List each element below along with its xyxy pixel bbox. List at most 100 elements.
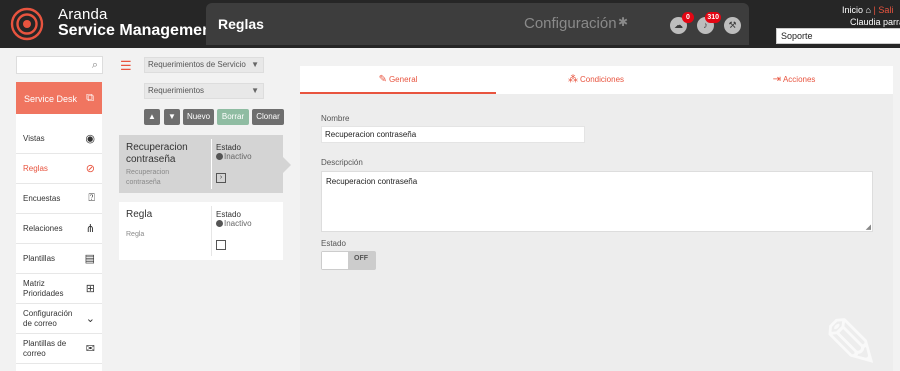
notification-badge: 0	[682, 12, 694, 23]
request-type-value: Requerimientos	[148, 86, 205, 95]
compass-icon: ⊘	[85, 163, 95, 175]
rule-name: Regla	[126, 209, 153, 220]
rule-checkbox[interactable]	[216, 240, 226, 250]
resize-grip-icon[interactable]: ◢	[866, 223, 871, 231]
status-dot-icon	[216, 220, 223, 227]
sidebar-item-reglas[interactable]: Reglas ⊘	[16, 154, 102, 184]
estado-label: Estado	[321, 239, 346, 248]
rule-estado-label: Estado	[216, 143, 241, 152]
name-label: Nombre	[321, 114, 350, 123]
move-down-button[interactable]: ▼	[164, 109, 180, 125]
home-link[interactable]: Inicio ⌂ | Sali	[842, 5, 893, 15]
sidebar-item-label: Configuración de correo	[23, 309, 73, 328]
table-icon: ⊞	[85, 283, 95, 295]
tab-condiciones[interactable]: ⁂ Condiciones	[498, 66, 694, 94]
sidebar-item-label: Relaciones	[23, 224, 63, 233]
name-input[interactable]: Recuperacion contraseña	[321, 126, 585, 143]
service-type-select[interactable]: Requerimientos de Servicio ▼	[144, 57, 264, 73]
status-toggle[interactable]: OFF	[321, 251, 376, 270]
app-header: Aranda Service Management Reglas Configu…	[0, 0, 900, 48]
new-button[interactable]: Nuevo	[183, 109, 214, 125]
sidebar-item-label: Encuestas	[23, 194, 61, 203]
edit-watermark-icon: ✎	[822, 305, 881, 371]
logout-link[interactable]: Sali	[878, 5, 893, 15]
profile-select[interactable]: Soporte	[776, 28, 900, 44]
mail-icon: ✉	[85, 343, 95, 355]
notification-badge: 310	[705, 12, 721, 23]
rule-card[interactable]: Recuperacion contraseña Recuperacion con…	[119, 135, 291, 193]
sidebar-item-plantillas-correo[interactable]: Plantillas de correo ✉	[16, 334, 102, 364]
cloud-download-icon[interactable]: ☁ 0	[670, 12, 694, 34]
config-label[interactable]: Configuración	[524, 15, 617, 32]
tab-label: Condiciones	[579, 75, 625, 84]
move-up-button[interactable]: ▲	[144, 109, 160, 125]
title-panel: Reglas Configuración ✱ ☁ 0 ♪ 310 ⚒	[206, 3, 749, 45]
rule-detail-panel: ✎ General ⁂ Condiciones ⇥ Acciones Nombre R…	[300, 66, 893, 371]
document-icon: ▤	[84, 253, 95, 265]
tab-acciones[interactable]: ⇥ Acciones	[696, 66, 892, 94]
chevron-down-icon: ▼	[251, 60, 259, 69]
page-title: Reglas	[218, 16, 264, 32]
tab-general[interactable]: ✎ General	[300, 66, 496, 94]
rule-estado-label: Estado	[216, 210, 241, 219]
chevron-down-icon: ⌄	[85, 313, 95, 325]
sidebar-section-service-desk[interactable]: Service Desk ⧉	[16, 82, 102, 114]
survey-icon: ⍰	[88, 192, 95, 204]
status-dot-icon	[216, 153, 223, 160]
rule-name: Recuperacion contraseña	[126, 142, 188, 165]
description-label: Descripción	[321, 158, 363, 167]
sidebar: Service Desk ⧉ Vistas ◉ Reglas ⊘ Encuest…	[16, 82, 102, 371]
tab-bar: ✎ General ⁂ Condiciones ⇥ Acciones	[300, 66, 893, 94]
tools-icon[interactable]: ⚒	[724, 17, 741, 34]
copy-icon: ⧉	[86, 92, 94, 104]
sidebar-item-label: Plantillas	[23, 254, 56, 263]
home-link-label[interactable]: Inicio	[842, 5, 863, 15]
service-type-value: Requerimientos de Servicio	[148, 60, 246, 69]
sidebar-item-vistas[interactable]: Vistas ◉	[16, 124, 102, 154]
rule-state-label: Inactivo	[224, 152, 252, 161]
sidebar-item-label: Reglas	[23, 164, 48, 173]
tab-label: General	[388, 75, 418, 84]
edit-icon: ✎	[378, 74, 387, 85]
rule-description: Regla	[126, 231, 145, 238]
hamburger-menu-icon[interactable]: ☰	[120, 58, 132, 74]
sidebar-item-configuracion-correo[interactable]: Configuración de correo ⌄	[16, 304, 102, 334]
home-icon[interactable]: ⌂	[866, 5, 871, 15]
sidebar-item-plantillas[interactable]: Plantillas ▤	[16, 244, 102, 274]
clone-button[interactable]: Clonar	[252, 109, 284, 125]
tab-label: Acciones	[782, 75, 816, 84]
aranda-logo-icon	[10, 7, 44, 41]
sidebar-item-relaciones[interactable]: Relaciones ⋔	[16, 214, 102, 244]
notification-bell-icon[interactable]: ♪ 310	[697, 12, 721, 34]
brand-product: Service Management	[58, 22, 218, 39]
rule-checkbox[interactable]: ›	[216, 173, 226, 183]
gear-icon[interactable]: ✱	[618, 15, 628, 29]
chevron-down-icon: ▼	[251, 86, 259, 95]
selection-arrow	[283, 157, 291, 173]
sidebar-item-label: Vistas	[23, 134, 45, 143]
rule-state: Inactivo	[216, 219, 252, 228]
toggle-text: OFF	[354, 255, 368, 262]
sidebar-search-input[interactable]: ⌕	[16, 56, 103, 74]
delete-button[interactable]: Borrar	[217, 109, 249, 125]
conditions-icon: ⁂	[567, 74, 578, 85]
request-type-select[interactable]: Requerimientos ▼	[144, 83, 264, 99]
sidebar-item-matriz-prioridades[interactable]: Matriz Prioridades ⊞	[16, 274, 102, 304]
actions-icon: ⇥	[772, 74, 781, 85]
rule-card[interactable]: Regla Regla Estado Inactivo	[119, 202, 283, 260]
sidebar-section-label: Service Desk	[24, 94, 78, 104]
sidebar-item-label: Plantillas de correo	[23, 339, 67, 358]
rule-state: Inactivo	[216, 152, 252, 161]
eye-icon: ◉	[85, 133, 95, 145]
toggle-knob	[322, 252, 348, 269]
sidebar-item-encuestas[interactable]: Encuestas ⍰	[16, 184, 102, 214]
sidebar-item-label: Matriz Prioridades	[23, 279, 64, 298]
brand-name: Aranda	[58, 6, 108, 23]
rule-state-label: Inactivo	[224, 219, 252, 228]
search-icon[interactable]: ⌕	[92, 59, 98, 72]
rule-description: Recuperacion contraseña	[126, 169, 170, 186]
relations-icon: ⋔	[85, 223, 95, 235]
description-textarea[interactable]: Recuperacion contraseña ◢	[321, 171, 873, 232]
description-value: Recuperacion contraseña	[326, 177, 418, 186]
user-name: Claudia parra	[850, 17, 900, 27]
